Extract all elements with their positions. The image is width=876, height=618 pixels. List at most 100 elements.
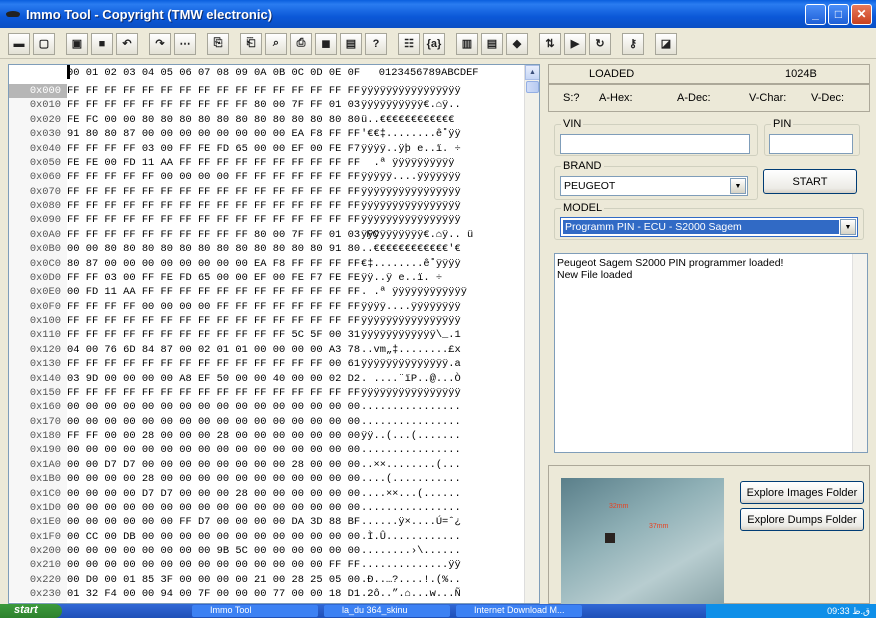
scroll-thumb[interactable] (526, 81, 539, 93)
tool1-button[interactable]: ◼ (315, 32, 337, 55)
hex-row[interactable]: 0x030 91 80 80 87 00 00 00 00 00 00 00 00… (9, 127, 525, 142)
close-button[interactable]: ✕ (851, 3, 872, 25)
hex-ascii[interactable]: ..vm„‡........£x (359, 343, 519, 357)
hex-ascii[interactable]: ÿÿÿÿÿÿÿÿÿÿÿÿÿÿÿÿ (359, 84, 519, 98)
hex-ascii[interactable]: ......ÿ×....Ú=ˆ¿ (359, 515, 519, 529)
hex-ascii[interactable]: ................ (359, 443, 519, 457)
hex-row[interactable]: 0x110 FF FF FF FF FF FF FF FF FF FF FF FF… (9, 328, 525, 343)
chevron-down-icon[interactable]: ▼ (840, 219, 856, 235)
hex-row[interactable]: 0x1F0 00 CC 00 DB 00 00 00 00 00 00 00 00… (9, 529, 525, 544)
hex-ascii[interactable]: ........›\...... (359, 544, 519, 558)
log-textarea[interactable]: Peugeot Sagem S2000 PIN programmer loade… (554, 253, 868, 453)
hex-row[interactable]: 0x0D0 FF FF 03 00 FF FE FD 65 00 00 EF 00… (9, 270, 525, 286)
hex-editor[interactable]: 00 01 02 03 04 05 06 07 08 09 0A 0B 0C 0… (8, 64, 540, 604)
hex-bytes[interactable]: 00 00 00 00 00 00 FF D7 00 00 00 00 DA 3… (67, 515, 360, 529)
hex-ascii[interactable]: ÿÿÿÿÿÿÿÿÿÿÿÿ\_.1 (359, 328, 519, 342)
select-button[interactable]: ⋯ (174, 32, 196, 55)
hex-row[interactable]: 0x1C0 00 00 00 00 D7 D7 00 00 00 28 00 00… (9, 486, 525, 501)
hex-bytes[interactable]: 00 00 80 80 80 80 80 80 80 80 80 80 80 8… (67, 242, 360, 256)
hex-bytes[interactable]: 04 00 76 6D 84 87 00 02 01 01 00 00 00 0… (67, 343, 360, 357)
new-button[interactable]: ▢ (33, 32, 55, 55)
scroll-up-icon[interactable]: ▲ (525, 65, 539, 80)
hex-row[interactable]: 0x210 00 00 00 00 00 00 00 00 00 00 00 00… (9, 558, 525, 573)
hex-ascii[interactable]: ÿÿÿÿÿÿÿÿÿÿÿÿÿÿÿÿ (359, 386, 519, 400)
find-button[interactable]: ⌕ (265, 32, 287, 55)
hex-row[interactable]: 0x020 FE FC 00 00 80 80 80 80 80 80 80 80… (9, 112, 525, 128)
hex-row[interactable]: 0x0F0 FF FF FF FF 00 00 00 00 FF FF FF FF… (9, 299, 525, 314)
key-button[interactable]: ⚷ (622, 32, 644, 55)
hex-ascii[interactable]: €‡........ê˚ÿÿÿÿ (359, 257, 519, 271)
undo-button[interactable]: ↶ (116, 32, 138, 55)
title-bar[interactable]: Immo Tool - Copyright (TMW electronic) _… (0, 0, 876, 28)
hex-row[interactable]: 0x090 FF FF FF FF FF FF FF FF FF FF FF FF… (9, 213, 525, 228)
hex-ascii[interactable]: ÿÿÿÿÿÿÿÿÿÿÿÿÿÿÿÿ (359, 199, 519, 213)
hex-bytes[interactable]: FF FF FF FF FF FF FF FF FF FF 80 00 7F F… (67, 228, 379, 242)
hex-bytes[interactable]: FF FF FF FF FF FF FF FF FF FF FF FF FF F… (67, 386, 360, 400)
hex-bytes[interactable]: FF FF FF FF FF FF FF FF FF FF FF FF FF F… (67, 185, 360, 199)
hex-row[interactable]: 0x1B0 00 00 00 00 28 00 00 00 00 00 00 00… (9, 472, 525, 487)
hex-ascii[interactable]: ÿÿÿÿÿÿÿÿÿÿÿÿÿÿÿÿ (359, 213, 519, 227)
hex-ascii[interactable]: ÿÿÿÿÿÿÿÿÿÿ€.⌂ÿ.. ü (359, 228, 519, 242)
hex-bytes[interactable]: 00 00 00 00 D7 D7 00 00 00 28 00 00 00 0… (67, 487, 360, 501)
hex-ascii[interactable]: .2ô..”.⌂...w...Ñ (359, 587, 519, 601)
hex-bytes[interactable]: 00 00 00 00 00 00 00 00 00 00 00 00 00 0… (67, 443, 360, 457)
open-button[interactable]: ▣ (66, 32, 88, 55)
hex-ascii[interactable]: ÿÿ..(...(....... (359, 429, 519, 443)
hex-ascii[interactable]: . .ª ÿÿÿÿÿÿÿÿÿÿÿÿ (359, 285, 519, 299)
hex-bytes[interactable]: FF FF FF FF 03 00 FF FE FD 65 00 00 EF 0… (67, 142, 360, 156)
hex-row[interactable]: 0x0E0 00 FD 11 AA FF FF FF FF FF FF FF FF… (9, 285, 525, 300)
hex-row[interactable]: 0x010 FF FF FF FF FF FF FF FF FF FF 80 00… (9, 98, 525, 113)
hex-bytes[interactable]: 01 32 F4 00 00 94 00 7F 00 00 00 77 00 0… (67, 587, 360, 601)
hex-row[interactable]: 0x1D0 00 00 00 00 00 00 00 00 00 00 00 00… (9, 500, 525, 516)
hex-bytes[interactable]: 00 D0 00 01 85 3F 00 00 00 00 21 00 28 2… (67, 573, 360, 587)
tool2-button[interactable]: ▤ (340, 32, 362, 55)
chip-button[interactable]: ◪ (655, 32, 677, 55)
hex-row[interactable]: 0x080 FF FF FF FF FF FF FF FF FF FF FF FF… (9, 199, 525, 214)
hex-row[interactable]: 0x140 03 9D 00 00 00 00 A8 EF 50 00 00 40… (9, 371, 525, 386)
hex-row[interactable]: 0x060 FF FF FF FF FF 00 00 00 00 FF FF FF… (9, 170, 525, 185)
hex-ascii[interactable]: '€€‡........ê˚ÿÿ (359, 127, 519, 141)
hex-ascii[interactable]: .ª ÿÿÿÿÿÿÿÿÿÿ (359, 156, 519, 170)
hex-row[interactable]: 0x130 FF FF FF FF FF FF FF FF FF FF FF FF… (9, 357, 525, 372)
hex-row[interactable]: 0x0B0 00 00 80 80 80 80 80 80 80 80 80 80… (9, 242, 525, 257)
hex-row[interactable]: 0x220 00 D0 00 01 85 3F 00 00 00 00 21 00… (9, 572, 525, 588)
hex-ascii[interactable]: ü..€€€€€€€€€€€€ (359, 113, 519, 127)
hex-ascii[interactable]: ÿÿ..ÿ e..ï. ÷ (359, 271, 519, 285)
hex-ascii[interactable]: ÿÿÿÿÿ....ÿÿÿÿÿÿÿ (359, 170, 519, 184)
hex-row[interactable]: 0x170 00 00 00 00 00 00 00 00 00 00 00 00… (9, 414, 525, 429)
hex-ascii[interactable]: ÿÿÿÿÿÿÿÿÿÿ€.⌂ÿ.. (359, 98, 519, 112)
hex-scrollbar[interactable]: ▲ (524, 65, 539, 603)
vin-input[interactable] (560, 134, 750, 154)
hex-row[interactable]: 0x100 FF FF FF FF FF FF FF FF FF FF FF FF… (9, 314, 525, 329)
start-button[interactable]: START (763, 169, 857, 194)
hex-bytes[interactable]: 00 00 00 00 00 00 00 00 00 00 00 00 00 0… (67, 558, 360, 572)
hex-ascii[interactable]: ÿÿÿÿ..ÿþ e..ï. ÷ (359, 142, 519, 156)
hex-row[interactable]: 0x070 FF FF FF FF FF FF FF FF FF FF FF FF… (9, 184, 525, 199)
hex-row[interactable]: 0x1E0 00 00 00 00 00 00 FF D7 00 00 00 00… (9, 515, 525, 530)
redo-button[interactable]: ↷ (149, 32, 171, 55)
pin-input[interactable] (769, 134, 853, 154)
copy-block-button[interactable]: ⎘ (207, 32, 229, 55)
print-button[interactable]: ⎙ (290, 32, 312, 55)
hex-row[interactable]: 0x050 FE FE 00 FD 11 AA FF FF FF FF FF FF… (9, 155, 525, 171)
hex-row[interactable]: 0x1A0 00 00 D7 D7 00 00 00 00 00 00 00 00… (9, 457, 525, 473)
hex-ascii[interactable]: ..............ÿÿ (359, 558, 519, 572)
hex-bytes[interactable]: 00 00 00 00 28 00 00 00 00 00 00 00 00 0… (67, 472, 360, 486)
hex-row[interactable]: 0x230 01 32 F4 00 00 94 00 7F 00 00 00 77… (9, 587, 525, 602)
hex-bytes[interactable]: 91 80 80 87 00 00 00 00 00 00 00 00 EA F… (67, 127, 360, 141)
hex-bytes[interactable]: FF FF FF FF FF FF FF FF FF FF FF FF FF F… (67, 314, 360, 328)
log-scrollbar[interactable] (852, 254, 867, 452)
hex-ascii[interactable]: ÿÿÿÿÿÿÿÿÿÿÿÿÿÿÿÿ (359, 314, 519, 328)
hex-ascii[interactable]: .Ì.Û............ (359, 530, 519, 544)
minimize-button[interactable]: _ (805, 3, 826, 25)
hex-row[interactable]: 0x180 FF FF 00 00 28 00 00 00 28 00 00 00… (9, 429, 525, 444)
help-button[interactable]: ? (365, 32, 387, 55)
hex-row[interactable]: 0x0C0 80 87 00 00 00 00 00 00 00 00 EA F8… (9, 256, 525, 271)
hex-ascii[interactable]: ....××...(...... (359, 487, 519, 501)
hex-bytes[interactable]: FF FF FF FF FF FF FF FF FF FF 80 00 7F F… (67, 98, 360, 112)
explore-dumps-button[interactable]: Explore Dumps Folder (740, 508, 864, 531)
hex-ascii[interactable]: ÿÿÿÿ....ÿÿÿÿÿÿÿÿ (359, 300, 519, 314)
swap-button[interactable]: ⇅ (539, 32, 561, 55)
hex-row[interactable]: 0x190 00 00 00 00 00 00 00 00 00 00 00 00… (9, 443, 525, 458)
hex-bytes[interactable]: FF FF FF FF FF FF FF FF FF FF FF FF FF F… (67, 357, 360, 371)
